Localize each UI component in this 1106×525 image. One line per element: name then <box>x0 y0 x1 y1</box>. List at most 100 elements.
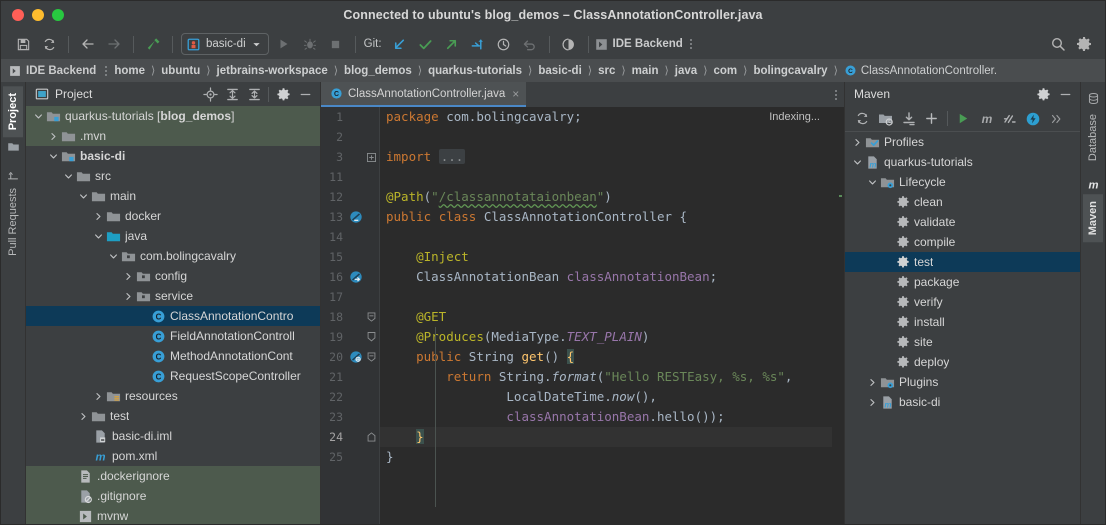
sidebar-item-project[interactable]: Project <box>3 86 23 138</box>
ide-backend-more-icon[interactable] <box>683 39 699 49</box>
editor-error-stripe[interactable] <box>832 107 844 524</box>
chevron-down-icon[interactable] <box>851 158 864 167</box>
chevron-right-icon[interactable] <box>92 392 105 401</box>
maven-row-test[interactable]: test <box>845 252 1080 272</box>
breadcrumb-com[interactable]: com <box>713 65 737 77</box>
fold-open-icon[interactable] <box>365 312 377 322</box>
tree-row-java[interactable]: java <box>26 226 320 246</box>
chevron-down-icon[interactable] <box>92 232 105 241</box>
tree-row-config[interactable]: config <box>26 266 320 286</box>
editor-tabs-more-icon[interactable] <box>828 89 844 100</box>
chevron-down-icon[interactable] <box>62 172 75 181</box>
reload-icon[interactable] <box>851 108 874 130</box>
tree-row-service[interactable]: service <box>26 286 320 306</box>
fold-open-icon[interactable] <box>365 352 377 362</box>
maven-m-icon[interactable]: m <box>975 108 998 130</box>
code-line-2[interactable] <box>380 127 832 147</box>
sidebar-item-maven[interactable]: Maven <box>1083 194 1103 243</box>
maven-row-package[interactable]: package <box>845 272 1080 292</box>
chevron-right-icon[interactable] <box>122 292 135 301</box>
history-icon[interactable] <box>491 32 517 56</box>
code-line-15[interactable]: @Inject <box>380 247 832 267</box>
debug-icon[interactable] <box>297 32 323 56</box>
code-line-12[interactable]: @Path("/classannotataionbean") <box>380 187 832 207</box>
zoom-window-button[interactable] <box>52 9 64 21</box>
tree-row-class-annotation-controller[interactable]: C ClassAnnotationContro <box>26 306 320 326</box>
chevron-right-icon[interactable] <box>851 138 864 147</box>
code-line-23[interactable]: classAnnotationBean.hello()); <box>380 407 832 427</box>
code-line-20[interactable]: public String get() { <box>380 347 832 367</box>
search-icon[interactable] <box>1045 32 1071 56</box>
run-configuration-selector[interactable]: basic-di <box>181 33 269 55</box>
breadcrumb-main[interactable]: main <box>632 65 659 77</box>
tree-row-method-annotation-controller[interactable]: C MethodAnnotationCont <box>26 346 320 366</box>
chevron-right-icon[interactable] <box>92 212 105 221</box>
maven-row-compile[interactable]: compile <box>845 232 1080 252</box>
chevron-right-icon[interactable] <box>47 132 60 141</box>
tree-row-mvnw[interactable]: mvnw <box>26 506 320 524</box>
code-line-14[interactable] <box>380 227 832 247</box>
code-text[interactable]: package com.bolingcavalry; import ... @P… <box>379 107 832 524</box>
fold-mid-icon[interactable] <box>365 332 377 342</box>
tree-row-docker[interactable]: docker <box>26 206 320 226</box>
cdi-inject-gutter-icon[interactable] <box>347 270 365 284</box>
tab-class-annotation-controller[interactable]: C ClassAnnotationController.java × <box>321 82 527 107</box>
fold-expand-icon[interactable] <box>365 152 377 162</box>
chevron-down-icon[interactable] <box>252 40 261 49</box>
editor-gutter[interactable]: 1 2 3 11 12 13 14 15 16 17 18 19 20 21 2… <box>321 107 379 524</box>
code-line-11[interactable] <box>380 167 832 187</box>
tree-row-src[interactable]: src <box>26 166 320 186</box>
build-hammer-icon[interactable] <box>140 32 166 56</box>
tree-row-test[interactable]: test <box>26 406 320 426</box>
chevron-down-icon[interactable] <box>47 152 60 161</box>
code-line-13[interactable]: public class ClassAnnotationController { <box>380 207 832 227</box>
maven-row-profiles[interactable]: Profiles <box>845 132 1080 152</box>
run-icon[interactable] <box>271 32 297 56</box>
save-all-icon[interactable] <box>10 32 36 56</box>
add-icon[interactable] <box>920 108 943 130</box>
maven-minimize-icon[interactable] <box>1054 83 1076 105</box>
run-with-coverage-icon[interactable] <box>556 32 582 56</box>
maven-row-site[interactable]: site <box>845 332 1080 352</box>
maven-row-plugins[interactable]: Plugins <box>845 372 1080 392</box>
maven-row-clean[interactable]: clean <box>845 192 1080 212</box>
ide-backend-widget[interactable]: IDE Backend <box>595 38 683 51</box>
breadcrumb-jetbrains-workspace[interactable]: jetbrains-workspace <box>217 65 328 77</box>
tree-row-basic-di-iml[interactable]: basic-di.iml <box>26 426 320 446</box>
close-window-button[interactable] <box>12 9 24 21</box>
tree-row-field-annotation-controller[interactable]: C FieldAnnotationControll <box>26 326 320 346</box>
maven-row-deploy[interactable]: deploy <box>845 352 1080 372</box>
minimize-panel-icon[interactable] <box>294 83 316 105</box>
navbar-more-icon[interactable] <box>98 65 114 76</box>
download-sources-icon[interactable] <box>897 108 920 130</box>
tree-row-request-scope-controller[interactable]: C RequestScopeController <box>26 366 320 386</box>
expand-all-icon[interactable] <box>221 83 243 105</box>
rest-endpoint-gutter-icon[interactable] <box>347 350 365 364</box>
maven-row-install[interactable]: install <box>845 312 1080 332</box>
maven-row-validate[interactable]: validate <box>845 212 1080 232</box>
maven-row-basic-di[interactable]: m basic-di <box>845 392 1080 412</box>
commit-icon[interactable] <box>413 32 439 56</box>
breadcrumb-basic-di[interactable]: basic-di <box>538 65 581 77</box>
maven-row-quarkus-tutorials[interactable]: m quarkus-tutorials <box>845 152 1080 172</box>
navbar-ide-backend-widget[interactable]: IDE Backend <box>9 65 96 77</box>
stripe-marker[interactable] <box>839 195 842 197</box>
tree-row-resources[interactable]: resources <box>26 386 320 406</box>
tree-row-basic-di[interactable]: basic-di <box>26 146 320 166</box>
maven-row-verify[interactable]: verify <box>845 292 1080 312</box>
back-arrow-icon[interactable] <box>75 32 101 56</box>
tree-row-quarkus-tutorials[interactable]: quarkus-tutorials [blog_demos] <box>26 106 320 126</box>
project-tree[interactable]: quarkus-tutorials [blog_demos] .mvn basi… <box>26 106 320 524</box>
breadcrumb-ubuntu[interactable]: ubuntu <box>161 65 200 77</box>
chevron-right-icon[interactable] <box>866 378 879 387</box>
code-line-19[interactable]: @Produces(MediaType.TEXT_PLAIN) <box>380 327 832 347</box>
breadcrumb-blog-demos[interactable]: blog_demos <box>344 65 412 77</box>
tree-row-com-bolingcavalry[interactable]: com.bolingcavalry <box>26 246 320 266</box>
toggle-skip-tests-icon[interactable] <box>998 108 1021 130</box>
push-icon[interactable] <box>439 32 465 56</box>
chevron-right-icon[interactable] <box>866 398 879 407</box>
fold-close-icon[interactable] <box>365 432 377 442</box>
close-icon[interactable]: × <box>512 87 519 101</box>
chevron-right-icon[interactable] <box>77 412 90 421</box>
chevron-down-icon[interactable] <box>32 112 45 121</box>
